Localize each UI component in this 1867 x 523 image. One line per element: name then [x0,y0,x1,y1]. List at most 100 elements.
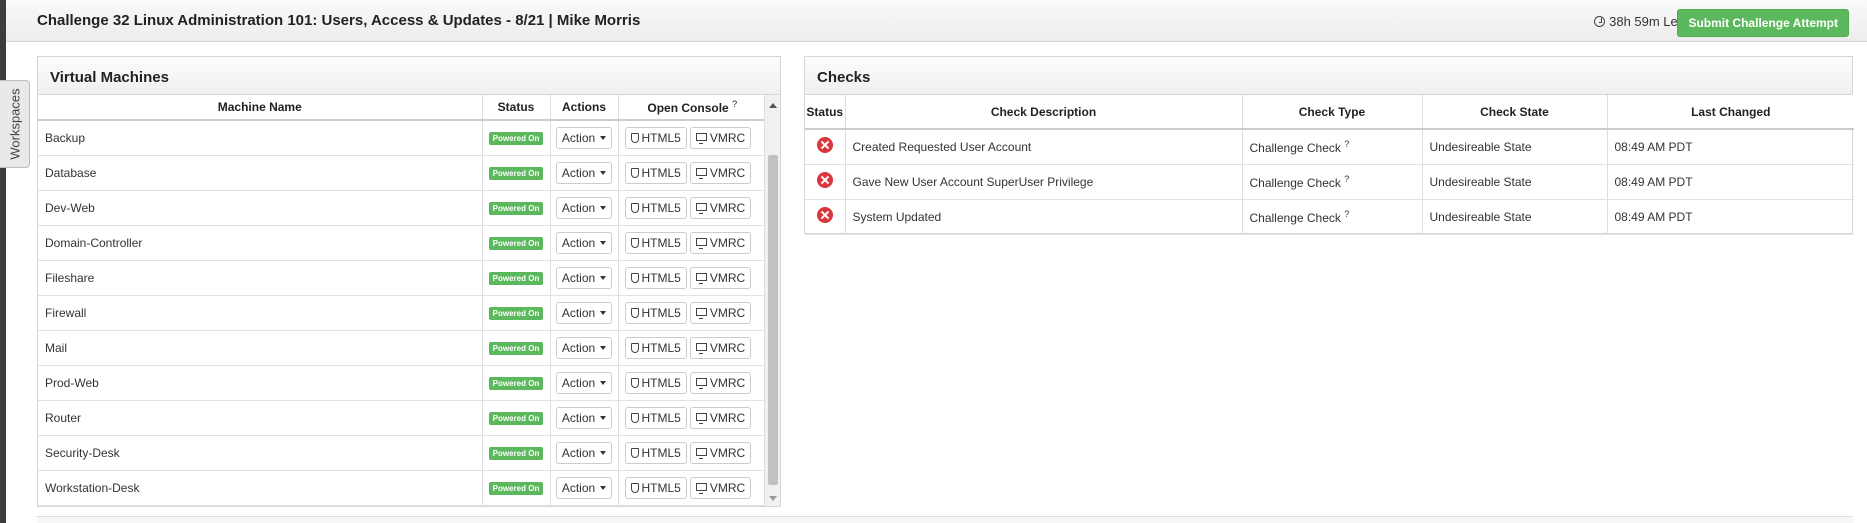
col-status[interactable]: Status [482,95,551,121]
action-dropdown-button[interactable]: Action [555,231,613,254]
html5-console-button[interactable]: HTML5 [624,476,687,499]
status-badge: Powered On [488,237,544,250]
check-type: Challenge Check [1249,210,1341,225]
vm-console-cell: HTML5 VMRC [618,295,766,331]
vmrc-label: VMRC [709,340,746,355]
html5-console-button[interactable]: HTML5 [624,126,687,149]
workspaces-tab[interactable]: Workspaces [0,80,30,168]
vm-row: Security-Desk Powered On Action HTML5 VMRC [38,435,766,471]
html5-console-button[interactable]: HTML5 [624,196,687,219]
html5-console-button[interactable]: HTML5 [624,231,687,254]
action-dropdown-button[interactable]: Action [555,196,613,219]
scroll-down-icon[interactable] [769,496,777,501]
status-badge: Powered On [488,447,544,460]
vm-status-cell: Powered On [482,155,551,191]
html5-console-button[interactable]: HTML5 [624,441,687,464]
action-dropdown-button[interactable]: Action [555,266,613,289]
vmrc-console-button[interactable]: VMRC [689,406,752,429]
html5-icon [630,132,639,143]
vm-name: Dev-Web [38,190,483,226]
status-badge: Powered On [488,132,544,146]
caret-down-icon [600,415,607,420]
vmrc-console-button[interactable]: VMRC [689,336,752,359]
virtual-machines-title: Virtual Machines [38,57,780,95]
check-row: Created Requested User Account Challenge … [805,129,1854,165]
check-type: Challenge Check [1249,175,1341,190]
html5-console-button[interactable]: HTML5 [624,371,687,394]
vm-actions-cell: Action [550,120,619,156]
action-dropdown-button[interactable]: Action [555,301,613,324]
vmrc-label: VMRC [709,445,746,460]
check-last-changed: 08:49 AM PDT [1607,164,1854,200]
html5-icon [630,202,639,213]
vmrc-console-button[interactable]: VMRC [689,266,752,289]
scroll-thumb[interactable] [768,155,778,485]
submit-challenge-button[interactable]: Submit Challenge Attempt [1677,9,1849,37]
app-frame: Challenge 32 Linux Administration 101: U… [6,0,1867,523]
col-open-console: Open Console ? [618,95,766,121]
html5-console-button[interactable]: HTML5 [624,301,687,324]
vm-table-wrap: Machine Name Status Actions Open Console… [38,95,766,506]
check-type: Challenge Check [1249,140,1341,155]
vmrc-console-button[interactable]: VMRC [689,476,752,499]
html5-console-button[interactable]: HTML5 [624,406,687,429]
monitor-icon [695,237,707,249]
vm-row: Domain-Controller Powered On Action HTML5 VM… [38,225,766,261]
help-icon[interactable]: ? [1344,209,1349,219]
action-label: Action [561,165,596,180]
vm-name: Fileshare [38,260,483,296]
scroll-up-icon[interactable] [769,103,777,108]
vm-status-cell: Powered On [482,400,551,436]
vm-actions-cell: Action [550,400,619,436]
vm-console-cell: HTML5 VMRC [618,120,766,156]
checks-table: Status Check Description Check Type Chec… [805,95,1854,235]
status-badge: Powered On [488,342,544,355]
vmrc-console-button[interactable]: VMRC [689,371,752,394]
caret-down-icon [600,135,607,140]
html5-icon [630,167,639,178]
action-dropdown-button[interactable]: Action [555,336,613,359]
vmrc-label: VMRC [709,270,746,285]
error-circle-icon [816,172,833,188]
action-dropdown-button[interactable]: Action [555,406,613,429]
checks-title: Checks [805,57,1852,95]
vmrc-console-button[interactable]: VMRC [689,441,752,464]
action-dropdown-button[interactable]: Action [555,371,613,394]
check-row: System Updated Challenge Check ? Undesirea… [805,199,1854,235]
vmrc-label: VMRC [709,305,746,320]
check-state: Undesireable State [1422,164,1608,200]
vm-console-cell: HTML5 VMRC [618,155,766,191]
vmrc-console-button[interactable]: VMRC [689,231,752,254]
vmrc-label: VMRC [709,375,746,390]
action-dropdown-button[interactable]: Action [555,476,613,499]
action-dropdown-button[interactable]: Action [555,441,613,464]
vmrc-console-button[interactable]: VMRC [689,301,752,324]
vm-row: Mail Powered On Action HTML5 VMRC [38,330,766,366]
vm-row: Workstation-Desk Powered On Action HTML5 VMR… [38,470,766,506]
check-description: System Updated [845,199,1243,235]
action-dropdown-button[interactable]: Action [555,126,613,149]
check-row: Gave New User Account SuperUser Privileg… [805,164,1854,200]
html5-label: HTML5 [641,480,681,495]
html5-console-button[interactable]: HTML5 [624,336,687,359]
col-machine-name[interactable]: Machine Name [38,95,483,121]
vmrc-console-button[interactable]: VMRC [689,161,752,184]
html5-console-button[interactable]: HTML5 [624,161,687,184]
action-dropdown-button[interactable]: Action [555,161,613,184]
vm-status-cell: Powered On [482,190,551,226]
vm-console-cell: HTML5 VMRC [618,470,766,506]
help-icon[interactable]: ? [732,99,737,109]
vmrc-label: VMRC [709,480,746,495]
html5-console-button[interactable]: HTML5 [624,266,687,289]
vmrc-console-button[interactable]: VMRC [689,196,752,219]
check-last-changed: 08:49 AM PDT [1607,199,1854,235]
monitor-icon [695,342,707,354]
help-icon[interactable]: ? [1344,174,1349,184]
action-label: Action [561,130,596,145]
help-icon[interactable]: ? [1344,139,1349,149]
action-label: Action [561,445,596,460]
monitor-icon [695,307,707,319]
time-remaining-text: 38h 59m Left [1609,14,1685,29]
vm-scrollbar[interactable] [764,95,780,506]
vmrc-console-button[interactable]: VMRC [689,126,752,149]
